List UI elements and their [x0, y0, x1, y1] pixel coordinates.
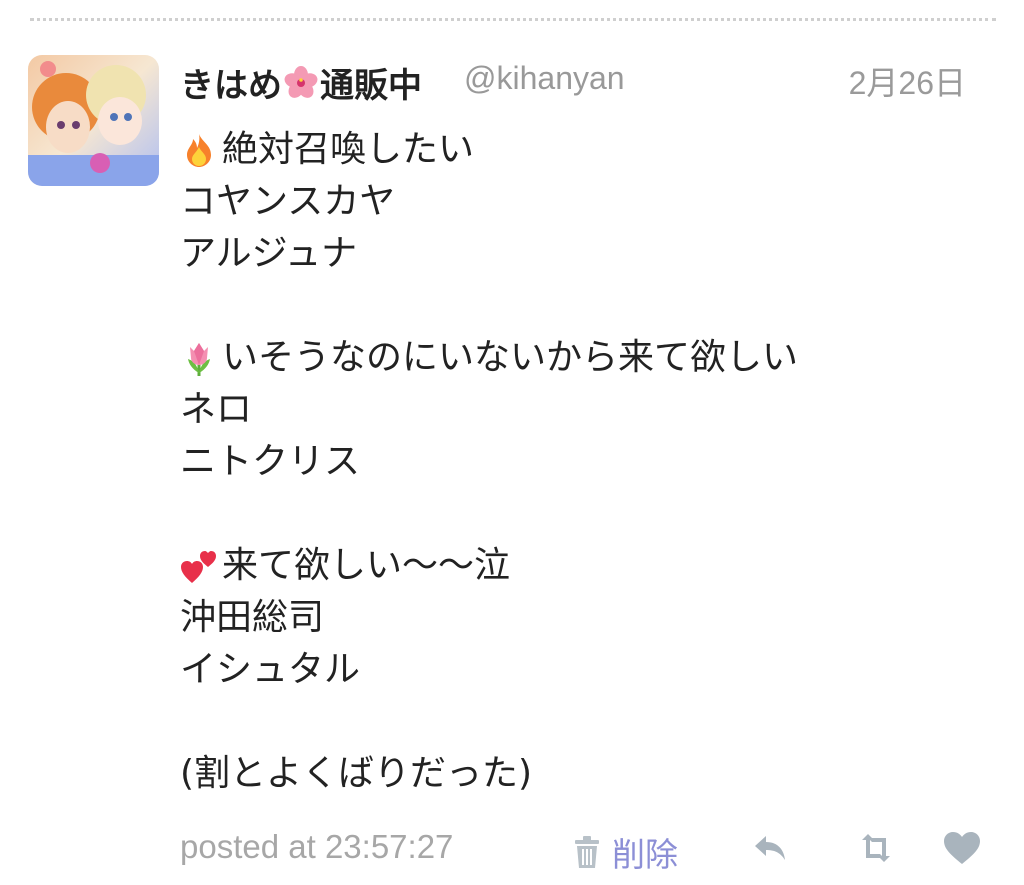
- two-hearts-emoji: [181, 551, 216, 583]
- delete-label: 削除: [612, 835, 678, 874]
- tweet-body: 絶対召喚したい コヤンスカヤ アルジュナ いそうなのにいないから来て欲しい ネロ…: [180, 124, 1000, 800]
- tweet-line: 来て欲しい〜〜泣: [180, 540, 1000, 592]
- fire-emoji: [187, 134, 211, 167]
- tweet-line: アルジュナ: [180, 228, 1000, 280]
- tulip-emoji: [188, 343, 210, 376]
- tweet-line-text: アルジュナ: [180, 233, 358, 274]
- heart-icon[interactable]: [942, 830, 982, 866]
- tweet-line: 沖田総司: [180, 592, 1000, 644]
- posted-at: posted at 23:57:27: [180, 828, 454, 865]
- user-handle[interactable]: @kihanyan: [464, 60, 625, 97]
- tweet-line: ニトクリス: [180, 436, 1000, 488]
- trash-icon: [575, 836, 599, 868]
- retweet-icon[interactable]: [856, 830, 896, 866]
- tweet-line-text: 来て欲しい〜〜泣: [222, 545, 511, 586]
- tweet-line: コヤンスカヤ: [180, 176, 1000, 228]
- tweet-line: (割とよくばりだった): [180, 748, 1000, 800]
- display-name[interactable]: きはめ 通販中: [180, 58, 422, 107]
- tweet-line-text: 絶対召喚したい: [222, 129, 475, 170]
- tweet-footer: posted at 23:57:27 削除: [180, 824, 1010, 874]
- display-name-suffix: 通販中: [320, 66, 422, 106]
- tweet-date[interactable]: 2月26日: [849, 58, 966, 104]
- hibiscus-icon: [284, 65, 318, 98]
- reply-icon[interactable]: [752, 830, 792, 866]
- tweet-line: イシュタル: [180, 644, 1000, 696]
- tweet-line-text: 沖田総司: [180, 597, 325, 638]
- tweet-line: いそうなのにいないから来て欲しい: [180, 332, 1000, 384]
- avatar[interactable]: [28, 55, 159, 186]
- tweet-line: ネロ: [180, 384, 1000, 436]
- tweet-line-text: イシュタル: [180, 649, 361, 690]
- tweet-line-text: いそうなのにいないから来て欲しい: [222, 337, 799, 378]
- display-name-text: きはめ: [180, 66, 282, 106]
- tweet-line-text: コヤンスカヤ: [180, 181, 396, 222]
- tweet-line-text: ネロ: [180, 389, 253, 430]
- tweet-line-text: (割とよくばりだった): [180, 753, 533, 794]
- tweet-line-text: ニトクリス: [180, 441, 361, 482]
- divider: [30, 18, 996, 21]
- tweet-line: 絶対召喚したい: [180, 124, 1000, 176]
- delete-button[interactable]: 削除: [572, 828, 678, 876]
